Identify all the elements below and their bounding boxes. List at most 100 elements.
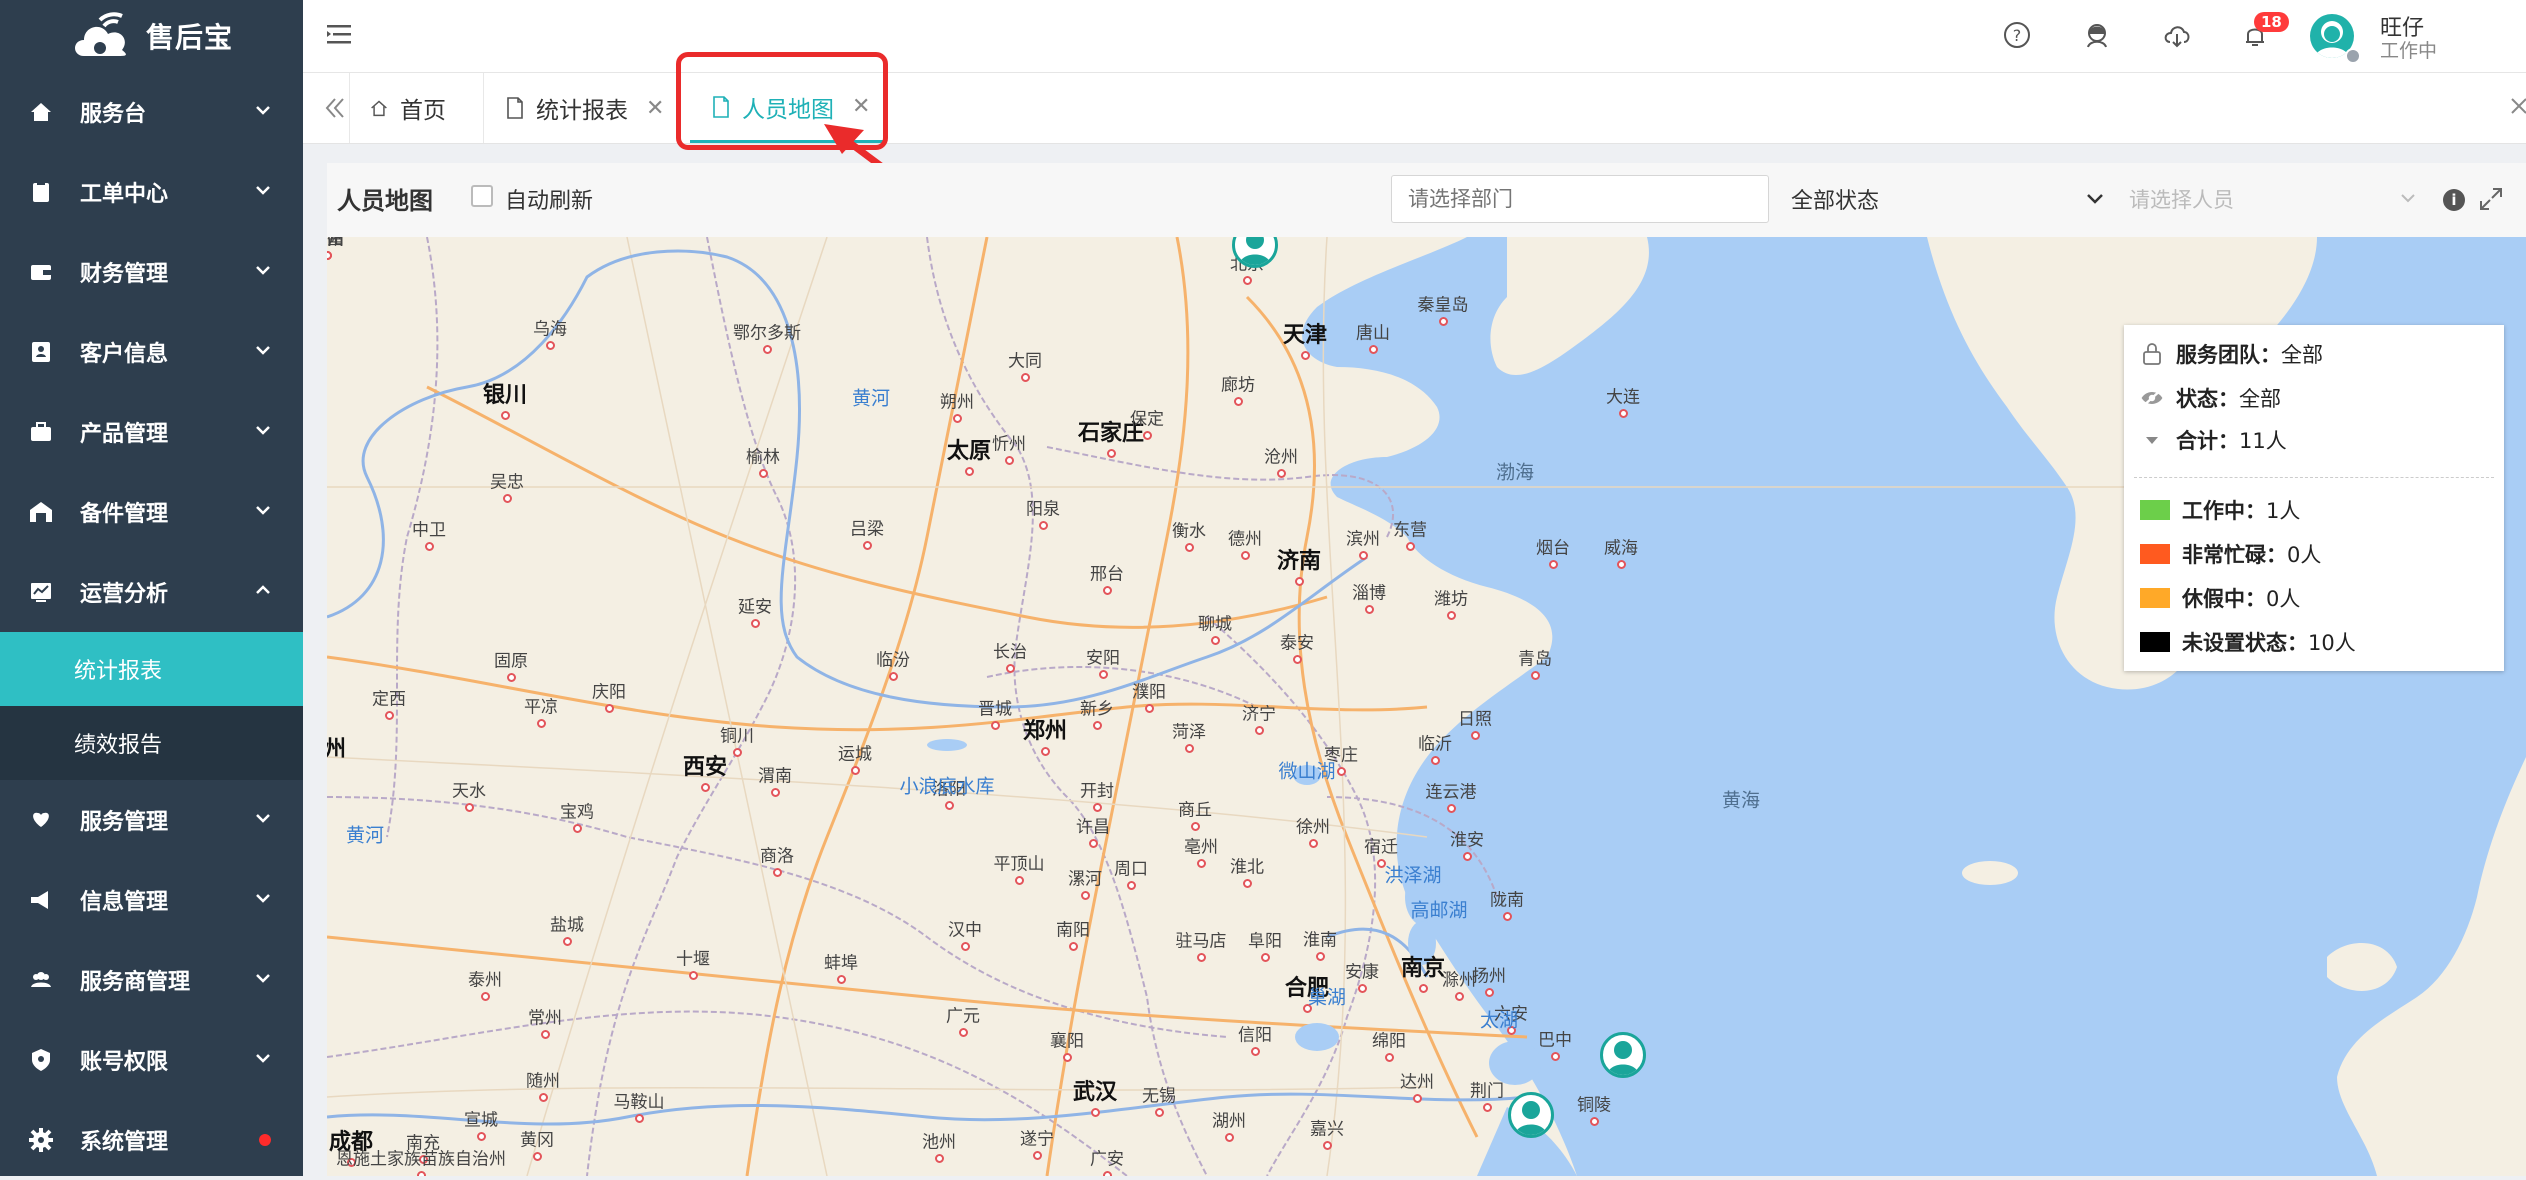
city-label: 亳州 [1184, 837, 1218, 858]
person-icon [1239, 237, 1271, 265]
city-marker-icon [1107, 449, 1116, 458]
tab-close-icon[interactable]: ✕ [646, 96, 664, 121]
sidebar-item-1[interactable]: 工单中心 [0, 152, 303, 232]
city-marker-icon [1089, 839, 1098, 848]
city-marker-icon [1359, 551, 1368, 560]
city-marker-icon [546, 341, 555, 350]
submenu-item-stat-reports[interactable]: 统计报表 [0, 632, 303, 706]
city-marker-icon [1323, 1141, 1332, 1150]
legend-status-item[interactable]: 工作中： 1人 [2140, 495, 2300, 525]
auto-refresh-checkbox[interactable] [471, 185, 493, 207]
city-label: 巴中 [1538, 1030, 1572, 1051]
auto-refresh-label[interactable]: 自动刷新 [505, 183, 593, 215]
tabs-scroll-left-icon[interactable] [321, 93, 347, 123]
briefcase-icon [31, 422, 51, 441]
city-label: 唐山 [1356, 323, 1390, 344]
brand-logo[interactable]: 售后宝 [0, 0, 303, 72]
notification-badge: 18 [2254, 12, 2289, 32]
person-select[interactable]: 请选择人员 [2117, 175, 2427, 223]
city-label: 淮安 [1450, 830, 1484, 851]
city-label: 池州 [922, 1132, 956, 1153]
fullscreen-icon[interactable] [2477, 185, 2505, 213]
city-label: 淮南 [1303, 930, 1337, 951]
staff-location-pin[interactable] [1600, 1032, 1646, 1078]
city-marker-icon [1455, 992, 1464, 1001]
city-marker-icon [573, 824, 582, 833]
city-label: 滁州 [1442, 970, 1476, 991]
legend-status-row[interactable]: 状态： 全部 [2140, 383, 2281, 413]
city-label: 大同 [1008, 351, 1042, 372]
city-marker-icon [1093, 721, 1102, 730]
city-label: 周口 [1114, 859, 1148, 880]
heart-hand-icon [33, 812, 49, 827]
legend-status-item[interactable]: 未设置状态： 10人 [2140, 627, 2356, 657]
city-label: 榆林 [746, 447, 780, 468]
cloud-download-icon[interactable] [2162, 20, 2192, 50]
city-marker-icon [771, 788, 780, 797]
lock-icon [2143, 343, 2161, 365]
status-select[interactable]: 全部状态 [1783, 175, 2113, 223]
tab-bar: 首页 统计报表 ✕ 人员地图 ✕ [303, 73, 2526, 144]
sidebar-item-3[interactable]: 客户信息 [0, 312, 303, 392]
personnel-map[interactable]: 北京天津石家庄太原济南郑州西安银川南京合肥武汉成都乌海鄂尔多斯大同朔州廊坊唐山秦… [327, 237, 2526, 1176]
menu-toggle-icon[interactable] [325, 22, 355, 48]
sidebar-item-10[interactable]: 账号权限 [0, 1020, 303, 1100]
map-toolbar: 人员地图 自动刷新 全部状态 请选择人员 i [327, 163, 2526, 238]
legend-status-item[interactable]: 休假中： 0人 [2140, 583, 2300, 613]
user-status[interactable]: 工作中 [2380, 36, 2437, 63]
sidebar-item-7[interactable]: 服务管理 [0, 780, 303, 860]
sidebar-item-8[interactable]: 信息管理 [0, 860, 303, 940]
city-label: 烟台 [1536, 538, 1570, 559]
city-label: 汉中 [948, 920, 982, 941]
city-marker-icon [1197, 953, 1206, 962]
city-label: 中卫 [412, 520, 446, 541]
city-label: 广安 [1090, 1149, 1124, 1170]
city-label: 青岛 [1518, 649, 1552, 670]
city-label: 漯河 [1068, 869, 1102, 890]
sidebar-item-11[interactable]: 系统管理 [0, 1100, 303, 1180]
city-label: 蚌埠 [824, 953, 858, 974]
city-marker-icon [1081, 891, 1090, 900]
tab-home[interactable]: 首页 [349, 73, 464, 143]
city-label: 定西 [372, 689, 406, 710]
city-label: 达州 [1400, 1072, 1434, 1093]
legend-team-row[interactable]: 服务团队： 全部 [2140, 339, 2323, 369]
city-marker-icon [945, 801, 954, 810]
avatar-status-dot [2345, 48, 2361, 64]
city-label: 南阳 [1056, 920, 1090, 941]
city-marker-icon [1015, 876, 1024, 885]
city-label: 天津 [1282, 323, 1328, 348]
city-marker-icon [539, 1093, 548, 1102]
legend-total-value: 11人 [2239, 429, 2287, 453]
legend-status-value: 全部 [2239, 387, 2281, 411]
svg-text:?: ? [2013, 26, 2022, 45]
sidebar-item-0[interactable]: 服务台 [0, 72, 303, 152]
city-label: 安康 [1345, 962, 1379, 983]
city-marker-icon [1369, 345, 1378, 354]
legend-status-item[interactable]: 非常忙碌： 0人 [2140, 539, 2321, 569]
city-label: 聊城 [1198, 614, 1232, 635]
info-icon[interactable]: i [2443, 189, 2465, 211]
city-label: 日照 [1458, 709, 1492, 730]
legend-color-swatch [2140, 500, 2170, 520]
department-select[interactable] [1391, 175, 1769, 223]
staff-location-pin[interactable] [1508, 1092, 1554, 1138]
sidebar-item-2[interactable]: 财务管理 [0, 232, 303, 312]
sidebar-item-4[interactable]: 产品管理 [0, 392, 303, 472]
tab-stat-reports[interactable]: 统计报表 ✕ [483, 73, 678, 143]
status-select-value: 全部状态 [1791, 189, 1880, 214]
submenu-item-performance[interactable]: 绩效报告 [0, 706, 303, 780]
submenu-item-label: 统计报表 [74, 659, 163, 684]
city-label: 新乡 [1080, 699, 1114, 720]
help-icon[interactable]: ? [2002, 20, 2032, 50]
sidebar-item-9[interactable]: 服务商管理 [0, 940, 303, 1020]
submenu-operations: 统计报表 绩效报告 [0, 632, 303, 780]
home-outline-icon [371, 100, 387, 117]
sidebar-item-5[interactable]: 备件管理 [0, 472, 303, 552]
city-marker-icon [533, 1152, 542, 1161]
sidebar-item-6[interactable]: 运营分析 [0, 552, 303, 632]
customer-service-icon[interactable] [2082, 20, 2112, 50]
legend-total-row[interactable]: 合计： 11人 [2140, 425, 2287, 455]
tabs-close-right-icon[interactable] [2506, 91, 2526, 121]
city-label: 阳泉 [1026, 499, 1060, 520]
